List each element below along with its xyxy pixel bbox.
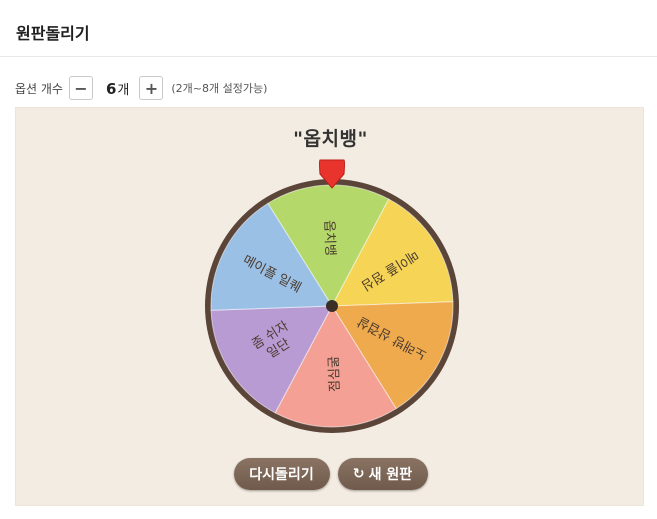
spin-again-button[interactable]: 다시돌리기 bbox=[233, 458, 330, 490]
wheel-page: 원판돌리기 옵션 개수 − 6 개 + (2개~8개 설정가능) "옵치뱅" 옵… bbox=[0, 0, 657, 519]
option-count-value: 6 bbox=[105, 79, 117, 98]
new-wheel-button[interactable]: ↻ 새 원판 bbox=[337, 458, 428, 490]
card-header: 원판돌리기 bbox=[0, 0, 657, 57]
refresh-icon: ↻ bbox=[352, 466, 365, 482]
result-text: "옵치뱅" bbox=[293, 128, 368, 150]
option-count-label: 옵션 개수 bbox=[15, 81, 63, 96]
option-count-unit: 개 bbox=[117, 82, 130, 98]
roulette-wheel[interactable]: 옵치뱅메이플 점심노래방 삼겹살점심굶좀 쉬자일단메이플 일퀘 bbox=[202, 159, 464, 444]
option-count-display: 6 개 bbox=[106, 79, 129, 98]
option-range-note: (2개~8개 설정가능) bbox=[171, 82, 268, 95]
new-wheel-label: 새 원판 bbox=[368, 467, 413, 483]
increase-button[interactable]: + bbox=[139, 76, 164, 100]
wheel-segment-label: 옵치뱅 bbox=[322, 220, 338, 256]
wheel-stage: "옵치뱅" 옵치뱅 메이플 점심 노래방 삼겹살 점심굶 좀 쉬자일단 메이플 일퀘 다시… bbox=[15, 107, 644, 506]
option-count-row: 옵션 개수 − 6 개 + (2개~8개 설정가능) bbox=[15, 75, 267, 101]
wheel-segment-label: 점심굶 bbox=[326, 356, 342, 392]
page-title: 원판돌리기 bbox=[16, 24, 90, 43]
decrease-button[interactable]: − bbox=[68, 76, 93, 100]
wheel-hub bbox=[326, 300, 338, 312]
wheel-actions: 다시돌리기 ↻ 새 원판 bbox=[16, 458, 645, 490]
